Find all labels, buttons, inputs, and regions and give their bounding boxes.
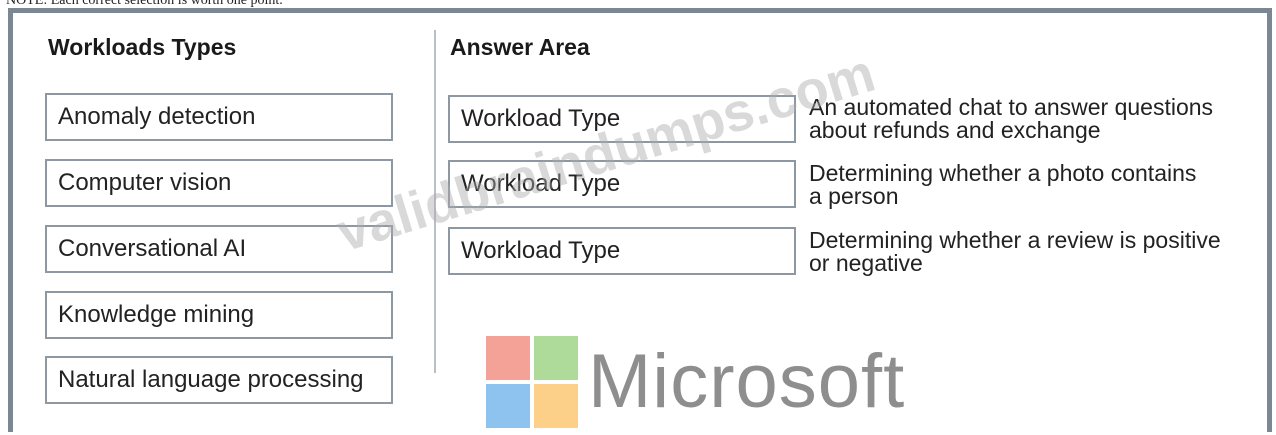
microsoft-logo-icon — [486, 336, 578, 428]
option-natural-language-processing[interactable]: Natural language processing — [45, 356, 393, 404]
scenario-2-description: Determining whether a photo contains a p… — [809, 162, 1276, 208]
scenario-2-line-2: a person — [809, 183, 899, 209]
workload-types-heading: Workloads Types — [48, 34, 237, 60]
answer-area-heading: Answer Area — [450, 34, 590, 60]
answer-slot-1[interactable]: Workload Type — [448, 95, 796, 143]
scenario-3-line-1: Determining whether a review is positive — [809, 227, 1221, 253]
option-conversational-ai[interactable]: Conversational AI — [45, 225, 393, 273]
option-anomaly-detection[interactable]: Anomaly detection — [45, 93, 393, 141]
microsoft-wordmark: Microsoft — [588, 339, 906, 424]
scenario-2-line-1: Determining whether a photo contains — [809, 160, 1197, 186]
option-knowledge-mining[interactable]: Knowledge mining — [45, 291, 393, 339]
answer-slot-2[interactable]: Workload Type — [448, 160, 796, 208]
scenario-1-description: An automated chat to answer questions ab… — [809, 96, 1276, 142]
answer-slot-3[interactable]: Workload Type — [448, 227, 796, 275]
scenario-1-line-2: about refunds and exchange — [809, 117, 1101, 143]
scenario-1-line-1: An automated chat to answer questions — [809, 94, 1214, 120]
panel-divider — [434, 30, 436, 373]
scenario-3-description: Determining whether a review is positive… — [809, 229, 1276, 275]
option-computer-vision[interactable]: Computer vision — [45, 159, 393, 207]
scenario-3-line-2: or negative — [809, 250, 923, 276]
